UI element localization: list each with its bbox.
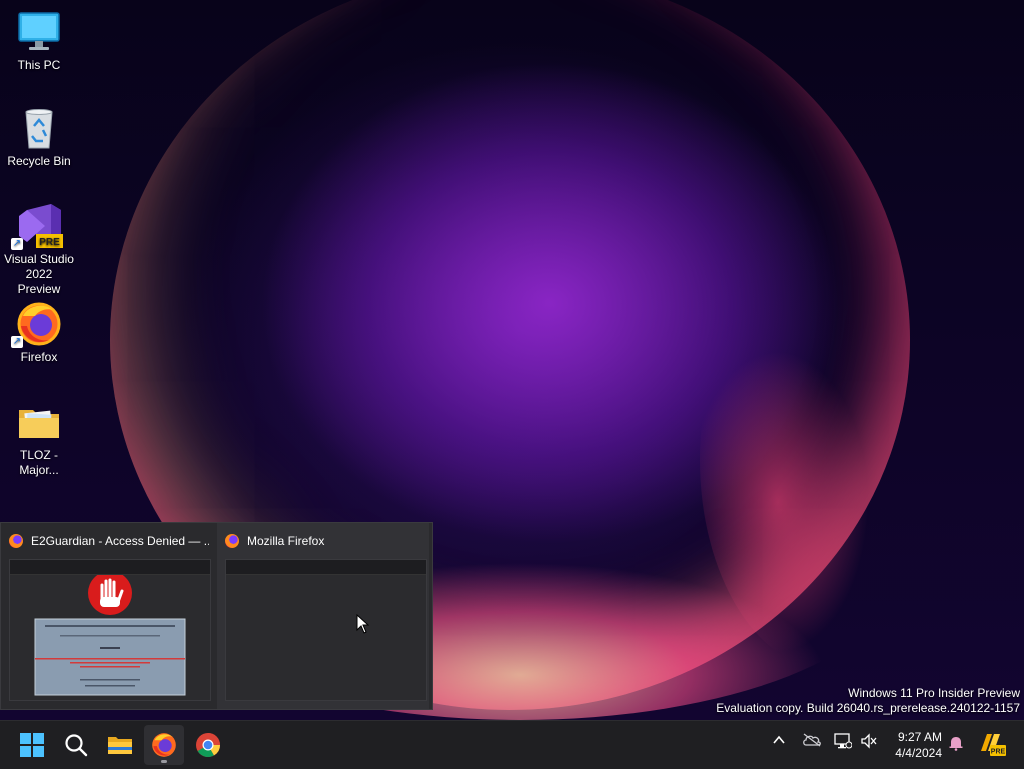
thumbnail-preview-firefox [225,559,427,701]
visual-studio-icon: PRE ↗ [11,204,63,250]
desktop-icon-visual-studio[interactable]: PRE ↗ Visual Studio 2022 Preview [4,204,74,297]
firefox-icon: ↗ [11,302,61,348]
desktop-icon-label: TLOZ - Major... [19,448,59,477]
start-icon [20,733,44,757]
notifications-button[interactable] [948,735,964,754]
desktop-icon-firefox[interactable]: ↗ Firefox [4,302,74,365]
watermark-edition: Windows 11 Pro Insider Preview [848,686,1020,700]
pre-badge: PRE [39,237,60,248]
thumbnail-title: Mozilla Firefox [225,533,425,549]
onedrive-icon [803,733,821,747]
network-icon [834,733,853,749]
show-hidden-icons-button[interactable] [772,733,786,750]
desktop-icon-tloz-folder[interactable]: TLOZ - Major... [4,400,74,478]
browser-chrome-bar [10,560,210,575]
recycle-bin-icon [17,106,61,150]
file-explorer-icon [108,737,132,754]
copilot-preview-button[interactable]: PRE [978,731,1006,760]
mouse-cursor-icon [356,614,370,634]
windows-watermark: Windows 11 Pro Insider Preview Evaluatio… [716,686,1020,716]
firefox-icon [9,534,23,548]
network-tray-button[interactable] [834,733,853,752]
thumbnail-title: E2Guardian - Access Denied — ... [9,533,209,549]
bell-icon [949,737,963,751]
desktop-icon-label: Visual Studio 2022 Preview [4,252,74,296]
search-icon [65,734,88,757]
clock-time: 9:27 AM [897,730,942,744]
browser-chrome-bar [226,560,426,575]
watermark-build: Evaluation copy. Build 26040.rs_prerelea… [716,701,1020,715]
monitor-icon [17,10,61,54]
desktop-icon-label: Firefox [20,350,58,364]
desktop-icon-label: Recycle Bin [7,154,71,168]
search-button[interactable] [56,725,96,765]
clock-date: 4/4/2024 [895,746,942,760]
onedrive-tray-button[interactable] [802,733,822,750]
desktop-icon-label: This PC [17,58,61,72]
desktop-icon-recycle-bin[interactable]: Recycle Bin [4,106,74,169]
taskbar: 9:27 AM 4/4/2024 PRE [0,720,1024,769]
thumbnail-e2guardian[interactable]: E2Guardian - Access Denied — ... [1,523,213,709]
firefox-icon [225,534,239,548]
thumbnail-title-text: E2Guardian - Access Denied — ... [31,534,209,548]
chrome-taskbar-button[interactable] [188,725,228,765]
shortcut-arrow-icon: ↗ [11,238,23,250]
thumbnail-mozilla-firefox[interactable]: Mozilla Firefox [217,523,429,709]
firefox-icon [152,733,176,757]
clock-button[interactable]: 9:27 AM 4/4/2024 [895,729,942,761]
file-explorer-button[interactable] [100,725,140,765]
folder-icon [17,400,61,444]
pre-badge: PRE [991,749,1006,756]
firefox-taskbar-button[interactable] [144,725,184,765]
volume-muted-icon [861,733,877,749]
chevron-up-icon [773,735,785,744]
thumbnail-title-text: Mozilla Firefox [247,534,325,548]
access-denied-page-preview [34,571,186,696]
start-button[interactable] [12,725,52,765]
running-indicator [161,760,167,763]
volume-tray-button[interactable] [860,733,878,752]
thumbnail-preview-e2guardian [9,559,211,701]
copilot-icon: PRE [981,734,1006,756]
chrome-icon [196,733,220,758]
shortcut-arrow-icon: ↗ [11,336,23,348]
desktop-icon-this-pc[interactable]: This PC [4,10,74,73]
